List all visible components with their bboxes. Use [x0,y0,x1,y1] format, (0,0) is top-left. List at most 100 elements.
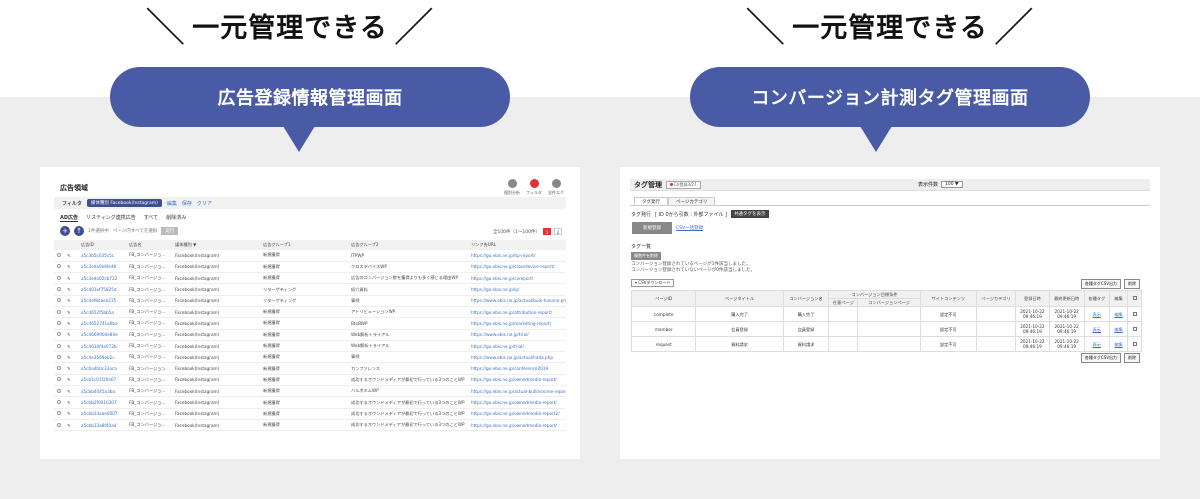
select-all-checkbox[interactable]: ページ内すべてを選択 [113,228,157,234]
col-header[interactable]: 広告グループ1 [260,240,348,250]
ad-id-link[interactable]: a5c3b5c035c5c [78,250,126,262]
table-row[interactable]: ✎ a5cbb33a8f40a4 FB_コンバージョ… Facebook(Instag… [54,419,566,432]
row-checkbox[interactable] [54,374,64,387]
page-2-button[interactable]: 2 [554,228,562,235]
row-checkbox[interactable] [1127,321,1142,337]
ad-id-link[interactable]: a5c4ef8daee235 [78,295,126,307]
table-row[interactable]: ✎ a5c4669900e84e FB_コンバージョ… Facebook(Instag… [54,329,566,341]
tab-all[interactable]: すべて [144,214,158,222]
ad-id-link[interactable]: a5c4652741a6be [78,317,126,330]
row-checkbox[interactable] [54,340,64,353]
row-checkbox[interactable] [54,283,64,296]
row-checkbox[interactable] [54,317,64,330]
landing-url[interactable]: https://go.ebis.ne.jp/itp-report/ [468,250,566,262]
table-row[interactable]: ✎ a5c3eda02cb722 FB_コンバージョ… Facebook(Instag… [54,272,566,285]
landing-url[interactable]: https://go.ebis.ne.jp/crossdevice-report… [468,261,566,274]
edit-icon[interactable]: ✎ [64,385,78,398]
row-checkbox[interactable] [54,385,64,398]
tag-csv-export-button-bottom[interactable]: 各種タグCSV出力 [1080,353,1121,363]
edit-link[interactable]: 編集 [1108,321,1129,337]
csv-bulk-link[interactable]: CSV一括登録 [676,225,703,231]
table-row[interactable]: ✎ a5c6a4b0c33aca FB_コンバージョン Facebook(Instag… [54,362,566,375]
landing-url[interactable]: https://www.ebis.ne.jp/trial/ [468,329,566,341]
row-checkbox[interactable] [1127,336,1142,352]
edit-icon[interactable]: ✎ [64,408,78,420]
col-header[interactable]: 媒体種別 ▼ [172,240,260,250]
edit-icon[interactable]: ✎ [64,362,78,375]
ad-id-link[interactable]: a5cbb33aae0007 [78,408,126,420]
table-row[interactable]: ✎ a5c4e3569eb2c FB_コンバージョ… Facebook(Instagr… [54,351,566,364]
show-tag-link[interactable]: 表示 [1083,306,1110,322]
table-row[interactable]: member 会員登録 会員登録 設定不可 2021-10-22 09:46:19 202… [630,321,1142,337]
ad-id-link[interactable]: a5c4652f5bb5a [78,306,126,319]
ad-id-link[interactable]: a5cbb2f0010307 [78,396,126,409]
delete-button-bottom[interactable]: 削除 [1124,353,1140,363]
table-row[interactable]: ✎ a5cbb4045a3ba FB_コンバージョ… Facebook(Instagr… [54,385,566,398]
col-header[interactable]: 広告グループ2 [348,240,468,250]
ad-id-link[interactable]: a5c4669900e84e [78,329,126,341]
ad-id-link[interactable]: a5cb1c01f20a07 [78,374,126,387]
row-checkbox[interactable] [54,419,64,432]
filter-edit-link[interactable]: 編集 [167,200,177,207]
delete-button[interactable]: 削除 [1124,279,1140,289]
table-row[interactable]: ✎ a5c401ef75825d FB_コンバージョ… Facebook(Instag… [54,283,566,296]
table-row[interactable]: ✎ a5cb1c01f20a07 FB_コンバージョ… Facebook(Instag… [54,374,566,387]
tag-csv-export-button[interactable]: 各種タグCSV出力 [1080,279,1121,289]
edit-icon[interactable]: ✎ [64,317,78,330]
edit-icon[interactable]: ✎ [64,340,78,353]
ad-id-link[interactable]: a5c4610f4e072b [78,340,126,353]
row-checkbox[interactable] [54,272,64,285]
edit-icon[interactable]: ✎ [64,272,78,285]
edit-icon[interactable]: ✎ [64,396,78,409]
landing-url[interactable]: https://go.ebis.ne.jp/ownedmedia-report2… [468,408,566,420]
row-checkbox[interactable] [54,306,64,319]
landing-url[interactable]: https://www.ebis.ne.jp/actual/bulk-hanim… [468,295,566,307]
ad-id-link[interactable]: a5cbb33a8f40a4 [78,419,126,432]
edit-icon[interactable]: ✎ [64,329,78,341]
select-all-checkbox[interactable] [1132,296,1137,300]
csv-download-select[interactable]: ▾ CSVダウンロード [631,279,675,287]
col-header[interactable]: 広告名 [126,240,172,250]
ad-id-link[interactable]: a5c3eda0e8fe46 [78,261,126,274]
edit-link[interactable]: 編集 [1108,306,1129,322]
edit-icon[interactable]: ✎ [64,283,78,296]
table-row[interactable]: ✎ a5c4652f5bb5a FB_コンバージョ… Facebook(Instagr… [54,306,566,319]
col-header[interactable]: 広告ID [78,240,126,250]
ad-id-link[interactable]: a5c6a4b0c33aca [78,362,126,375]
landing-url[interactable]: https://www.ebis.ne.jp/actual/hada.php [468,351,566,364]
table-row[interactable]: ✎ a5c4610f4e072b FB_コンバージョ… Facebook(Instag… [54,340,566,353]
row-checkbox[interactable] [54,295,64,307]
landing-url[interactable]: https://go.ebis.ne.jp/ownedmedia-report/ [468,396,566,409]
landing-url[interactable]: https://go.ebis.ne.jp/lp/ [468,283,566,296]
row-checkbox[interactable] [54,362,64,375]
filter-chip[interactable]: 媒体種別 Facebook(Instagram) [86,199,162,207]
ad-id-link[interactable]: a5c401ef75825d [78,283,126,296]
landing-url[interactable]: https://go.ebis.ne.jp/actual-bulkhonime-… [468,385,566,398]
ad-id-link[interactable]: a5c3eda02cb722 [78,272,126,285]
edit-link[interactable]: 編集 [1108,336,1129,352]
row-checkbox[interactable] [54,250,64,262]
landing-url[interactable]: https://go.ebis.ne.jp/ownedmedia-report/ [468,419,566,432]
filter-save-link[interactable]: 保存 [182,200,192,207]
edit-icon[interactable]: ✎ [64,306,78,319]
table-row[interactable]: ✎ a5c4ef8daee235 FB_コンバージョ… Facebook(Instag… [54,295,566,307]
row-checkbox[interactable] [54,396,64,409]
show-tag-link[interactable]: 表示 [1083,321,1110,337]
add-icon[interactable]: + [60,226,70,236]
edit-icon[interactable]: ✎ [64,419,78,432]
table-row[interactable]: complete 購入完了 購入完了 設定不可 2021-10-22 09:46:19 2… [630,306,1142,322]
edit-icon[interactable]: ✎ [64,250,78,262]
edit-icon[interactable]: ✎ [64,261,78,274]
landing-url[interactable]: https://go.ebis.ne.jp/cvreport/ [468,272,566,285]
row-checkbox[interactable] [54,261,64,274]
row-checkbox[interactable] [54,408,64,420]
show-tag-link[interactable]: 表示 [1083,336,1110,352]
row-checkbox[interactable] [54,351,64,364]
page-1-button[interactable]: 1 [543,228,551,235]
new-register-button[interactable]: 新規登録 [632,222,672,234]
table-row[interactable]: ✎ a5cbb33aae0007 FB_コンバージョ… Facebook(Instag… [54,408,566,420]
table-row[interactable]: ✎ a5c3eda0e8fe46 FB_コンバージョ… Facebook(Instag… [54,261,566,274]
landing-url[interactable]: https://go.ebis.ne.jp/trial/ [468,340,566,353]
bulk-delete-button[interactable]: 複数件を削除 [631,252,661,260]
filter-clear-link[interactable]: クリア [197,200,212,207]
